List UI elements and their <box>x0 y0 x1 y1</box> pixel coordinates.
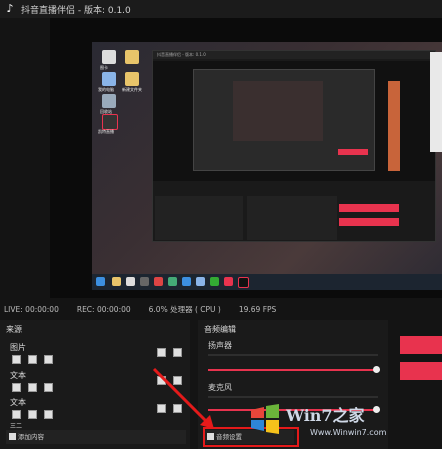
nested-title: 抖音直播伴侣 - 版本: 0.1.0 <box>153 51 435 59</box>
speaker-volume-knob[interactable] <box>372 366 380 373</box>
source-checkbox[interactable] <box>12 410 21 419</box>
source-lock-icon[interactable] <box>173 348 182 357</box>
source-checkbox[interactable] <box>44 410 53 419</box>
start-record-button[interactable] <box>400 362 442 380</box>
status-bar: LIVE: 00:00:00 REC: 00:00:00 6.0% 处理器 ( … <box>0 298 442 320</box>
watermark-brand: Win7之家 <box>286 406 365 425</box>
desktop-capture: 图卡 我的电脑 新建文件夹 回收站 凯特直播 抖音直播伴侣 - 版本: 0.1.… <box>92 42 442 290</box>
source-checkbox[interactable] <box>12 383 21 392</box>
desktop-icon-label: 凯特直播 <box>98 129 114 134</box>
computer-icon <box>102 72 116 86</box>
speaker-label: 扬声器 <box>208 341 232 350</box>
speaker-volume-fill <box>208 369 377 371</box>
annotation-arrow-icon <box>152 367 214 429</box>
nested-preview <box>153 61 435 181</box>
douyin-logo-icon: ♪ <box>6 2 14 15</box>
source-item-label[interactable]: 图片 <box>10 342 26 353</box>
source-checkbox[interactable] <box>28 355 37 364</box>
start-icon <box>96 277 105 286</box>
windows-taskbar <box>92 274 442 290</box>
douyin-taskbar-icon <box>238 277 249 288</box>
add-source-label: 添加内容 <box>18 433 44 441</box>
source-visibility-icon[interactable] <box>157 348 166 357</box>
folder-icon <box>125 72 139 86</box>
fps-readout: 19.69 FPS <box>238 304 277 314</box>
start-live-button[interactable] <box>400 336 442 354</box>
watermark-url: Www.Winwin7.com <box>310 428 387 437</box>
browser-edge <box>430 52 442 152</box>
windows-logo-icon <box>251 404 279 434</box>
source-checkbox[interactable] <box>44 355 53 364</box>
recycle-bin-icon <box>102 94 116 108</box>
source-checkbox[interactable] <box>28 383 37 392</box>
add-icon <box>9 433 16 440</box>
nested-app-window: 抖音直播伴侣 - 版本: 0.1.0 <box>152 50 436 242</box>
watermark: Win7之家 Www.Winwin7.com <box>248 396 438 446</box>
source-checkbox[interactable] <box>12 355 21 364</box>
speaker-volume-slider[interactable] <box>208 366 380 373</box>
desktop-icon-label: 图卡 <box>100 65 108 70</box>
source-item-label[interactable]: 文本 <box>10 397 26 408</box>
cpu-usage: 6.0% 处理器 ( CPU ) <box>148 304 221 314</box>
live-time: LIVE: 00:00:00 <box>4 304 59 314</box>
desktop-icon-label: 我的电脑 <box>98 87 114 92</box>
source-item-label[interactable]: 文本 <box>10 370 26 381</box>
left-strip <box>0 18 50 298</box>
image-file-icon <box>102 50 116 64</box>
source-checkbox[interactable] <box>44 383 53 392</box>
audio-header: 音频编辑 <box>204 325 236 334</box>
desktop-icon-label: 新建文件夹 <box>122 87 142 92</box>
douyin-app-icon <box>102 114 118 130</box>
title-bar: ♪ 抖音直播伴侣 - 版本: 0.1.0 <box>0 0 442 18</box>
sources-header: 来源 <box>6 325 22 334</box>
source-item-label[interactable]: 三二 <box>10 421 22 430</box>
rec-time: REC: 00:00:00 <box>76 304 131 314</box>
nested-panels <box>153 196 435 241</box>
folder-icon <box>125 50 139 64</box>
source-checkbox[interactable] <box>28 410 37 419</box>
window-title: 抖音直播伴侣 - 版本: 0.1.0 <box>21 5 131 16</box>
